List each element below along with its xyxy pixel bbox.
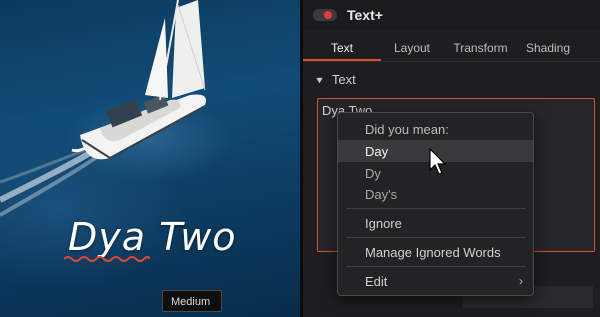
inspector-header: Text+ — [303, 0, 600, 30]
suggestion-days[interactable]: Day's — [338, 183, 533, 205]
edit-menu-item[interactable]: Edit › — [338, 270, 533, 292]
spellcheck-underline — [64, 256, 150, 262]
inspector-title: Text+ — [347, 7, 383, 23]
spellcheck-context-menu: Did you mean: Day Dy Day's Ignore Manage… — [337, 112, 534, 296]
chevron-down-icon: ▼ — [314, 74, 325, 85]
menu-separator — [346, 208, 526, 209]
enable-toggle[interactable] — [313, 9, 337, 21]
mouse-pointer-icon — [429, 148, 447, 175]
chevron-right-icon: › — [519, 274, 523, 288]
font-weight-select[interactable]: Medium — [162, 290, 222, 312]
menu-separator — [346, 266, 526, 267]
toggle-knob — [324, 11, 332, 19]
video-preview: Dya Two — [0, 0, 300, 317]
tab-shading[interactable]: Shading — [518, 34, 578, 61]
sailboat-image — [0, 0, 206, 217]
inspector-tabs: Text Layout Transform Shading — [303, 34, 600, 62]
tab-layout[interactable]: Layout — [381, 34, 443, 61]
overlay-title-text: Dya Two — [68, 215, 237, 259]
manage-ignored-words-menu-item[interactable]: Manage Ignored Words — [338, 241, 533, 263]
ignore-menu-item[interactable]: Ignore — [338, 212, 533, 234]
text-section-header[interactable]: ▼ Text — [314, 72, 356, 87]
menu-header: Did you mean: — [365, 122, 449, 137]
menu-separator — [346, 237, 526, 238]
tab-transform[interactable]: Transform — [443, 34, 518, 61]
tab-text[interactable]: Text — [303, 34, 381, 61]
section-title: Text — [331, 72, 356, 87]
edit-label: Edit — [365, 274, 388, 289]
